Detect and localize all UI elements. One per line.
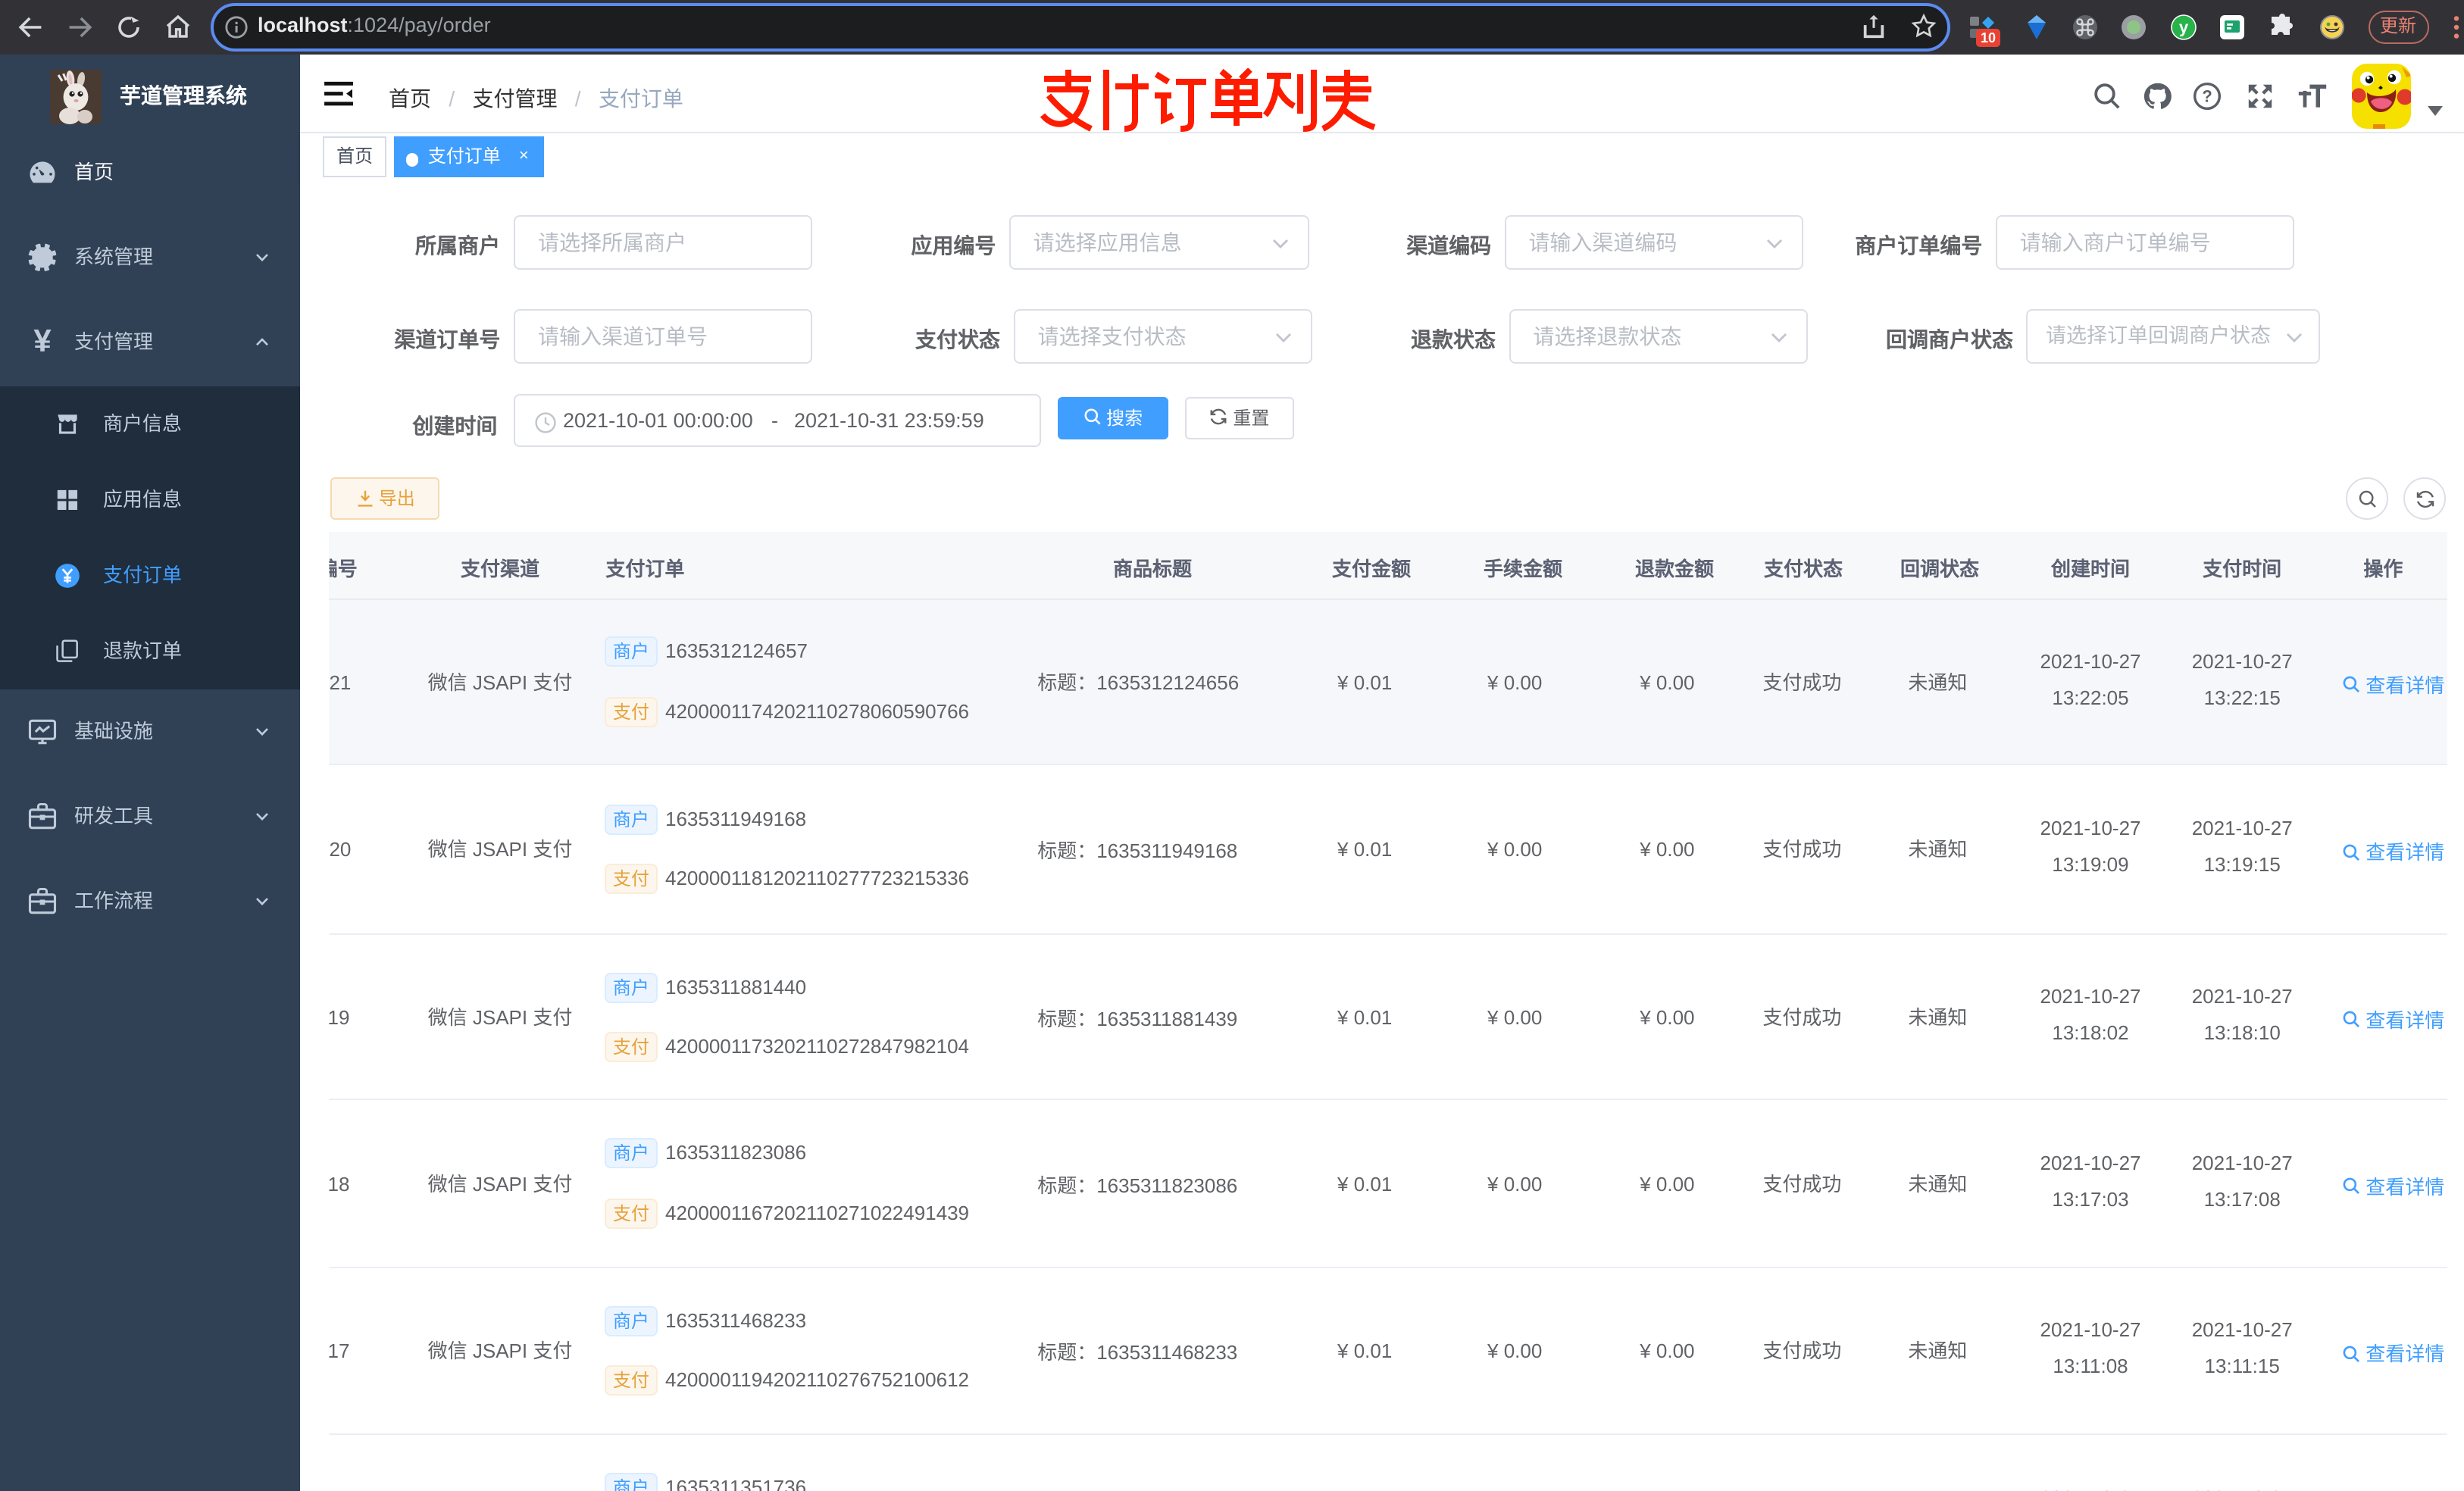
svg-text:?: ? (2203, 86, 2212, 105)
svg-text:y: y (2179, 18, 2189, 37)
